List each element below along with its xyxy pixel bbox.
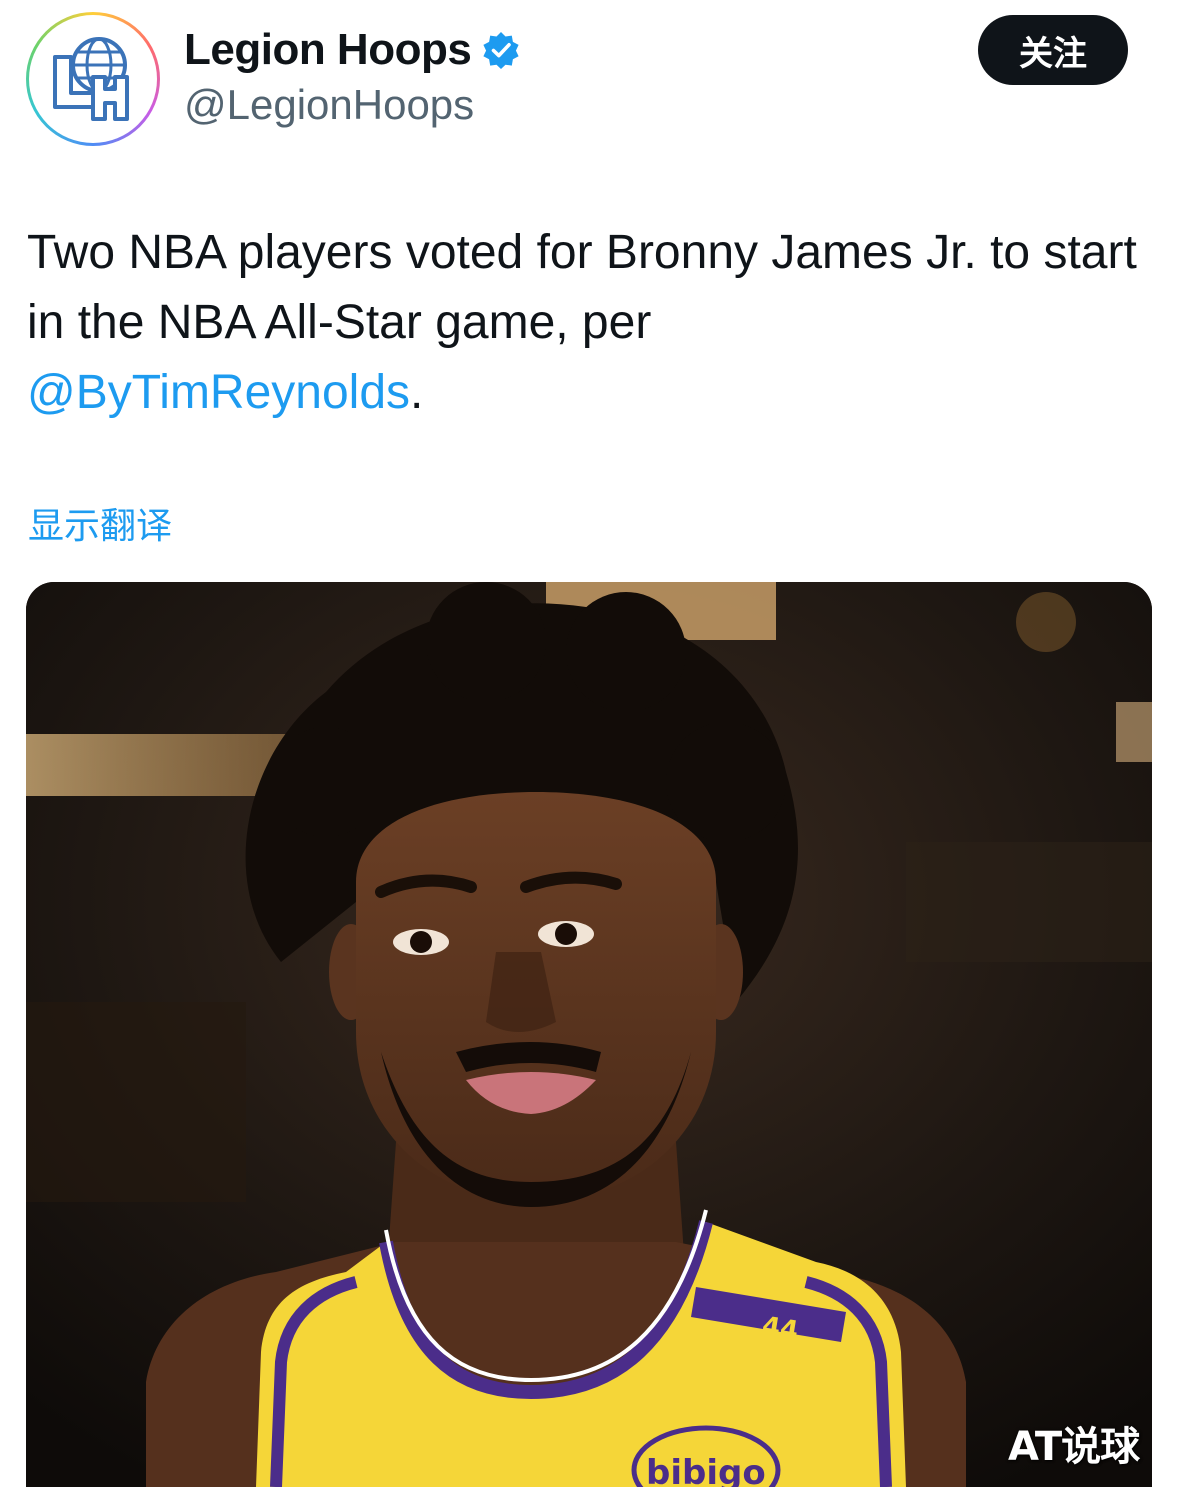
account-handle[interactable]: @LegionHoops	[184, 80, 474, 130]
tweet-text-body: Two NBA players voted for Bronny James J…	[27, 226, 1137, 349]
show-translation-link[interactable]: 显示翻译	[28, 504, 172, 550]
player-photo: 44 bibigo	[26, 582, 1152, 1487]
mention-link[interactable]: @ByTimReynolds	[27, 366, 410, 419]
follow-button[interactable]: 关注	[978, 15, 1128, 85]
tweet-text-end: .	[410, 366, 424, 419]
jersey-sponsor: bibigo	[646, 1453, 766, 1487]
display-name-row[interactable]: Legion Hoops	[184, 24, 521, 76]
display-name[interactable]: Legion Hoops	[184, 24, 472, 76]
verified-badge-icon	[483, 32, 519, 69]
jersey-number: 44	[760, 1311, 800, 1346]
account-avatar[interactable]	[26, 12, 160, 146]
globe-logo-icon	[53, 37, 129, 121]
avatar-logo	[29, 15, 157, 143]
tweet-media-photo[interactable]: 44 bibigo	[26, 582, 1152, 1487]
watermark: AT说球	[1008, 1424, 1140, 1470]
tweet-text: Two NBA players voted for Bronny James J…	[27, 218, 1147, 428]
